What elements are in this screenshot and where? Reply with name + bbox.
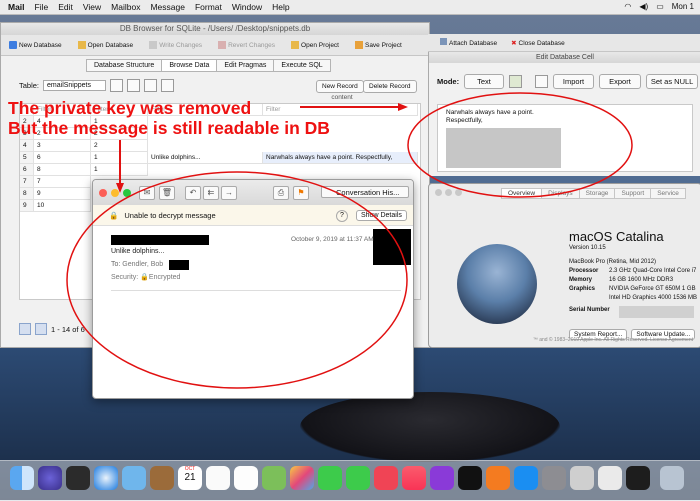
maps-icon[interactable] <box>262 466 286 490</box>
calendar-day: 21 <box>184 472 196 483</box>
messages-icon[interactable] <box>318 466 342 490</box>
calendar-icon[interactable]: OCT 21 <box>178 466 202 490</box>
annotation-arrowhead-right <box>398 103 408 111</box>
podcasts-icon[interactable] <box>430 466 454 490</box>
system-preferences-icon[interactable] <box>542 466 566 490</box>
app-store-icon[interactable] <box>514 466 538 490</box>
tv-icon[interactable] <box>458 466 482 490</box>
safari-icon[interactable] <box>94 466 118 490</box>
launchpad-icon[interactable] <box>66 466 90 490</box>
terminal-icon[interactable] <box>626 466 650 490</box>
finder-icon[interactable] <box>10 466 34 490</box>
books-icon[interactable] <box>486 466 510 490</box>
reminders-icon[interactable] <box>234 466 258 490</box>
trash-can-icon[interactable] <box>660 466 684 490</box>
mail-icon[interactable] <box>122 466 146 490</box>
annotation-text-1: The private key was removed <box>8 98 252 118</box>
annotation-ellipse-db-cell <box>407 92 633 198</box>
news-icon[interactable] <box>374 466 398 490</box>
music-icon[interactable] <box>402 466 426 490</box>
annotation-layer <box>66 92 633 389</box>
annotation-text-2: But the message is still readable in DB <box>8 118 330 138</box>
contacts-icon[interactable] <box>150 466 174 490</box>
annotation-ellipse-mail <box>66 171 408 389</box>
annotation-arrowhead-down <box>116 183 124 193</box>
facetime-icon[interactable] <box>346 466 370 490</box>
siri-icon[interactable] <box>38 466 62 490</box>
photos-icon[interactable] <box>290 466 314 490</box>
gpg-keychain-icon[interactable] <box>598 466 622 490</box>
db-browser-icon[interactable] <box>570 466 594 490</box>
notes-icon[interactable] <box>206 466 230 490</box>
